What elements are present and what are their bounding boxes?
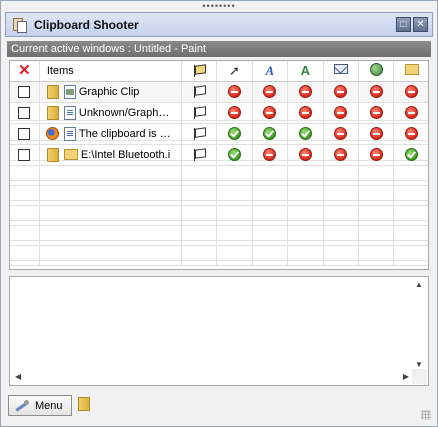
- flag-icon: [192, 64, 206, 78]
- stop-icon[interactable]: [227, 106, 241, 119]
- clip-grid: ✕ Items ➚ A A Graphic Clip Unknown/Graph…: [9, 60, 429, 270]
- check-icon[interactable]: [405, 148, 419, 161]
- stop-icon[interactable]: [405, 106, 419, 119]
- window-title: Clipboard Shooter: [34, 17, 139, 32]
- empty-row: [10, 225, 428, 246]
- firefox-icon: [45, 127, 59, 140]
- menu-button[interactable]: Menu: [8, 395, 72, 416]
- stop-icon[interactable]: [298, 106, 312, 119]
- stop-icon[interactable]: [298, 148, 312, 161]
- text-column-header[interactable]: A: [252, 61, 289, 82]
- folder-icon: [404, 63, 419, 75]
- table-row[interactable]: The clipboard is …: [10, 123, 428, 145]
- table-row[interactable]: E:\Intel Bluetooth.i: [10, 144, 428, 166]
- flag-icon[interactable]: [192, 127, 206, 140]
- empty-row: [10, 185, 428, 206]
- check-icon[interactable]: [298, 127, 312, 140]
- row-checkbox[interactable]: [18, 85, 31, 98]
- empty-row: [10, 165, 428, 186]
- web-column-header[interactable]: [358, 61, 395, 82]
- stop-icon[interactable]: [369, 148, 383, 161]
- check-icon[interactable]: [263, 127, 277, 140]
- scroll-corner: [412, 369, 427, 384]
- menu-label: Menu: [35, 399, 63, 412]
- mail-icon: [333, 64, 348, 75]
- row-checkbox[interactable]: [18, 127, 31, 140]
- stop-icon[interactable]: [369, 106, 383, 119]
- stop-icon[interactable]: [227, 85, 241, 98]
- flag-icon[interactable]: [192, 85, 206, 98]
- bottom-toolbar: Menu: [1, 391, 437, 426]
- stop-icon[interactable]: [334, 106, 348, 119]
- item-label: Graphic Clip: [78, 85, 140, 98]
- empty-row: [10, 245, 428, 266]
- scroll-left-icon[interactable]: ◀: [15, 372, 21, 381]
- scroll-right-icon[interactable]: ▶: [403, 372, 409, 381]
- stop-icon[interactable]: [369, 127, 383, 140]
- clear-column-header[interactable]: ✕: [10, 61, 40, 82]
- item-label: The clipboard is …: [78, 127, 171, 140]
- check-icon[interactable]: [227, 127, 241, 140]
- items-column-header[interactable]: Items: [39, 61, 182, 82]
- stop-icon[interactable]: [405, 85, 419, 98]
- cursor-icon: ➚: [228, 62, 240, 78]
- text-file-icon: [63, 126, 76, 141]
- preview-pane[interactable]: ▲ ▼ ◀ ▶: [9, 276, 429, 386]
- folder-icon[interactable]: [78, 397, 90, 411]
- table-row[interactable]: Unknown/Graph…: [10, 102, 428, 124]
- folder-column-header[interactable]: [393, 61, 428, 82]
- globe-icon: [369, 62, 383, 76]
- stop-icon[interactable]: [263, 85, 277, 98]
- stop-icon[interactable]: [334, 127, 348, 140]
- stop-icon[interactable]: [369, 85, 383, 98]
- clipboard-icon: [12, 17, 28, 33]
- grid-header-row: ✕ Items ➚ A A: [10, 61, 428, 82]
- row-checkbox[interactable]: [18, 106, 31, 119]
- folder-icon: [46, 84, 59, 99]
- image-file-icon: [63, 84, 76, 99]
- cursor-column-header[interactable]: ➚: [216, 61, 253, 82]
- folder-icon: [46, 105, 59, 120]
- item-label: E:\Intel Bluetooth.i: [80, 148, 171, 161]
- text-format-icon: A: [265, 62, 275, 78]
- clear-all-icon[interactable]: ✕: [18, 62, 31, 79]
- wrench-icon: [15, 399, 29, 412]
- status-bar: Current active windows : Untitled - Pain…: [7, 41, 431, 57]
- document-icon: [63, 105, 76, 120]
- mail-column-header[interactable]: [323, 61, 360, 82]
- convert-column-header[interactable]: A: [287, 61, 324, 82]
- app-window: •••••••• Clipboard Shooter □ ✕ Current a…: [0, 0, 438, 427]
- close-button[interactable]: ✕: [413, 17, 428, 32]
- vertical-scrollbar[interactable]: ▲ ▼: [412, 278, 427, 371]
- flag-icon[interactable]: [192, 148, 206, 161]
- stop-icon[interactable]: [263, 148, 277, 161]
- items-header-label: Items: [46, 64, 74, 77]
- horizontal-scrollbar[interactable]: ◀ ▶: [11, 369, 413, 384]
- folder-icon: [63, 149, 78, 160]
- title-bar[interactable]: Clipboard Shooter □ ✕: [5, 12, 433, 37]
- folder-icon: [46, 147, 59, 162]
- flag-column-header[interactable]: [181, 61, 218, 82]
- scroll-down-icon[interactable]: ▼: [415, 360, 423, 369]
- row-checkbox[interactable]: [18, 148, 31, 161]
- flag-icon[interactable]: [192, 106, 206, 119]
- stop-icon[interactable]: [298, 85, 312, 98]
- stop-icon[interactable]: [405, 127, 419, 140]
- table-row[interactable]: Graphic Clip: [10, 81, 428, 103]
- stop-icon[interactable]: [263, 106, 277, 119]
- item-label: Unknown/Graph…: [78, 106, 170, 119]
- text-arrow-icon: A: [300, 62, 311, 78]
- resize-grip-icon[interactable]: [421, 410, 431, 420]
- check-icon[interactable]: [227, 148, 241, 161]
- empty-row: [10, 205, 428, 226]
- stop-icon[interactable]: [334, 85, 348, 98]
- resize-grip-top[interactable]: ••••••••: [1, 2, 437, 11]
- scroll-up-icon[interactable]: ▲: [415, 280, 423, 289]
- stop-icon[interactable]: [334, 148, 348, 161]
- restore-button[interactable]: □: [396, 17, 411, 32]
